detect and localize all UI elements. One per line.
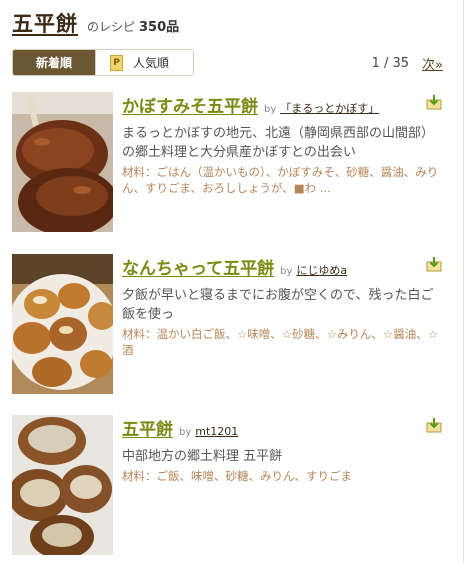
recipe-description: 中部地方の郷土料理 五平餅 bbox=[122, 449, 283, 464]
by-label: by bbox=[280, 266, 293, 277]
sort-tabs: 新着順 P 人気順 bbox=[12, 49, 194, 76]
recipe-thumbnail[interactable] bbox=[12, 415, 113, 555]
save-recipe-icon[interactable] bbox=[426, 417, 442, 433]
sort-tab-popular-label: 人気順 bbox=[133, 56, 170, 70]
recipe-suffix: のレシピ bbox=[87, 20, 136, 34]
by-label: by bbox=[179, 427, 192, 438]
recipe-thumbnail[interactable] bbox=[12, 254, 113, 394]
recipe-description: まるっとかぼすの地元、北遠（静岡県西部の山間部）の郷土料理と大分県産かぼすとの出… bbox=[122, 126, 435, 160]
recipe-content: 五平餅 by mt1201 中部地方の郷土料理 五平餅 材料：ご飯、味噌、砂糖、… bbox=[122, 415, 442, 484]
recipe-title-row: なんちゃって五平餅 by にじゆめa bbox=[122, 254, 442, 279]
recipe-title[interactable]: 五平餅 bbox=[122, 415, 173, 440]
recipe-ingredients: 材料：温かい白ご飯、☆味噌、☆砂糖、☆みりん、☆醤油、☆酒 bbox=[122, 327, 439, 357]
recipe-title[interactable]: なんちゃって五平餅 bbox=[122, 254, 274, 279]
save-recipe-icon[interactable] bbox=[426, 94, 442, 110]
page-indicator: 1 / 35 bbox=[371, 56, 410, 71]
recipe-ingredients: 材料：ごはん（温かいもの）、かぼすみそ、砂糖、醤油、みりん、すりごま、おろししょ… bbox=[122, 165, 439, 195]
sort-tab-new[interactable]: 新着順 bbox=[13, 50, 95, 75]
pager: 1 / 35 次» bbox=[372, 54, 443, 73]
recipe-item: 五平餅 by mt1201 中部地方の郷土料理 五平餅 材料：ご飯、味噌、砂糖、… bbox=[12, 415, 452, 555]
recipe-thumbnail[interactable] bbox=[12, 92, 113, 232]
premium-icon: P bbox=[110, 54, 123, 71]
search-keyword[interactable]: 五平餅 bbox=[12, 8, 78, 38]
sort-tab-popular[interactable]: P 人気順 bbox=[95, 50, 193, 75]
save-recipe-icon[interactable] bbox=[426, 256, 442, 272]
recipe-content: なんちゃって五平餅 by にじゆめa 夕飯が早いと寝るまでにお腹が空くので、残っ… bbox=[122, 254, 442, 358]
page-header: 五平餅 のレシピ 350品 bbox=[12, 8, 179, 38]
by-label: by bbox=[264, 104, 277, 115]
recipe-ingredients: 材料：ご飯、味噌、砂糖、みりん、すりごま bbox=[122, 469, 352, 483]
recipe-item: なんちゃって五平餅 by にじゆめa 夕飯が早いと寝るまでにお腹が空くので、残っ… bbox=[12, 254, 452, 394]
recipe-author[interactable]: 「まるっとかぼす」 bbox=[280, 100, 379, 116]
next-page-link[interactable]: 次» bbox=[422, 54, 443, 73]
recipe-item: かぼすみそ五平餅 by 「まるっとかぼす」 まるっとかぼすの地元、北遠（静岡県西… bbox=[12, 92, 452, 232]
recipe-author[interactable]: mt1201 bbox=[195, 425, 238, 438]
recipe-title-row: かぼすみそ五平餅 by 「まるっとかぼす」 bbox=[122, 92, 442, 117]
recipe-description: 夕飯が早いと寝るまでにお腹が空くので、残った白ご飯を使っ bbox=[122, 288, 434, 322]
recipe-count: 350品 bbox=[139, 20, 180, 35]
recipe-content: かぼすみそ五平餅 by 「まるっとかぼす」 まるっとかぼすの地元、北遠（静岡県西… bbox=[122, 92, 442, 196]
recipe-author[interactable]: にじゆめa bbox=[296, 262, 347, 278]
recipe-title[interactable]: かぼすみそ五平餅 bbox=[122, 92, 258, 117]
recipe-title-row: 五平餅 by mt1201 bbox=[122, 415, 442, 440]
